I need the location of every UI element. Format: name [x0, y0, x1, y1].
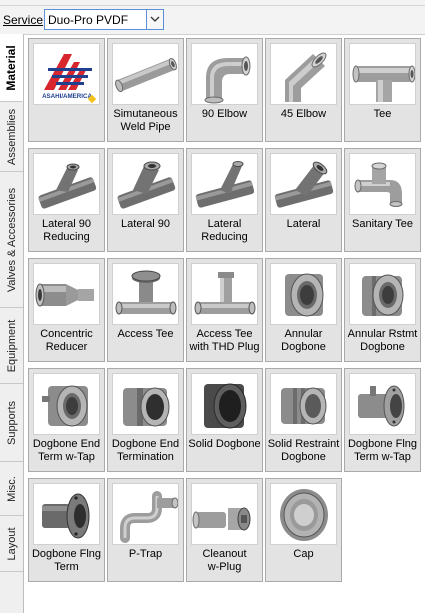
item-label: Dogbone Flng Term [31, 548, 102, 573]
item-simultaneous-weld-pipe[interactable]: Simutaneous Weld Pipe [107, 38, 184, 142]
item-label: Concentric Reducer [40, 328, 93, 353]
lateral-icon [270, 153, 337, 215]
logo-text: ASAHI/AMERICA [42, 93, 92, 100]
chevron-down-icon[interactable] [146, 10, 163, 29]
item-solid-restraint-dogbone[interactable]: Solid Restraint Dogbone [265, 368, 342, 472]
item-label: Lateral 90 Reducing [42, 218, 91, 243]
service-dropdown[interactable]: Duo-Pro PVDF [44, 9, 164, 30]
concentric-reducer-icon [33, 263, 100, 325]
p-trap-icon [112, 483, 179, 545]
item-label: Sanitary Tee [352, 218, 413, 230]
item-sanitary-tee[interactable]: Sanitary Tee [344, 148, 421, 252]
item-label: Cleanout w-Plug [202, 548, 247, 573]
item-label: Solid Dogbone [188, 438, 261, 450]
item-label: Annular Rstmt Dogbone [347, 328, 418, 353]
access-tee-icon [112, 263, 179, 325]
elbow-90-icon [191, 43, 258, 105]
tab-label: Supports [5, 400, 18, 445]
item-access-tee[interactable]: Access Tee [107, 258, 184, 362]
item-lateral-90[interactable]: Lateral 90 [107, 148, 184, 252]
sanitary-tee-icon [349, 153, 416, 215]
item-p-trap[interactable]: P-Trap [107, 478, 184, 582]
item-annular-dogbone[interactable]: Annular Dogbone [265, 258, 342, 362]
item-label: Lateral Reducing [201, 218, 248, 243]
item-label: Dogbone End Termination [111, 438, 180, 463]
tab-label: Equipment [5, 319, 18, 372]
tab-layout[interactable]: Layout [0, 516, 23, 572]
asahi-america-logo: ASAHI/AMERICA [33, 43, 100, 105]
tab-material[interactable]: Material [0, 34, 23, 102]
item-45-elbow[interactable]: 45 Elbow [265, 38, 342, 142]
tab-label: Assemblies [5, 108, 18, 165]
tab-label: Valves & Accessories [5, 187, 18, 292]
toolbar-divider [0, 5, 425, 6]
item-label: P-Trap [128, 548, 163, 560]
lateral-90-reducing-icon [33, 153, 100, 215]
item-cap[interactable]: Cap [265, 478, 342, 582]
solid-restraint-dogbone-icon [270, 373, 337, 435]
item-90-elbow[interactable]: 90 Elbow [186, 38, 263, 142]
item-dogbone-end-term-tap[interactable]: Dogbone End Term w-Tap [28, 368, 105, 472]
tab-supports[interactable]: Supports [0, 384, 23, 462]
tab-assemblies[interactable]: Assemblies [0, 102, 23, 172]
tab-equipment[interactable]: Equipment [0, 308, 23, 384]
annular-dogbone-icon [270, 263, 337, 325]
item-dogbone-flange-term[interactable]: Dogbone Flng Term [28, 478, 105, 582]
dogbone-flange-term-icon [33, 483, 100, 545]
item-label: 45 Elbow [280, 108, 327, 120]
dogbone-end-termination-icon [112, 373, 179, 435]
item-lateral-90-reducing[interactable]: Lateral 90 Reducing [28, 148, 105, 252]
item-label: Dogbone End Term w-Tap [32, 438, 101, 463]
tab-label: Misc. [5, 475, 18, 502]
item-lateral-reducing[interactable]: Lateral Reducing [186, 148, 263, 252]
access-tee-thd-plug-icon [191, 263, 258, 325]
dogbone-flange-term-tap-icon [349, 373, 416, 435]
item-label: 90 Elbow [201, 108, 248, 120]
tab-valves-accessories[interactable]: Valves & Accessories [0, 172, 23, 308]
item-dogbone-end-termination[interactable]: Dogbone End Termination [107, 368, 184, 472]
annular-restraint-dogbone-icon [349, 263, 416, 325]
item-label: Tee [373, 108, 392, 120]
item-label: Cap [293, 548, 314, 560]
item-cleanout-plug[interactable]: Cleanout w-Plug [186, 478, 263, 582]
item-label: Solid Restraint Dogbone [267, 438, 340, 463]
item-label: Lateral 90 [121, 218, 170, 230]
cap-icon [270, 483, 337, 545]
item-lateral[interactable]: Lateral [265, 148, 342, 252]
category-tabs: Material Assemblies Valves & Accessories… [0, 34, 24, 613]
service-toolbar: Service Duo-Pro PVDF [0, 0, 425, 35]
cleanout-plug-icon [191, 483, 258, 545]
item-concentric-reducer[interactable]: Concentric Reducer [28, 258, 105, 362]
item-label: Simutaneous Weld Pipe [113, 108, 178, 133]
service-dropdown-value: Duo-Pro PVDF [48, 13, 129, 27]
tee-icon [349, 43, 416, 105]
tab-misc[interactable]: Misc. [0, 462, 23, 516]
item-label: Dogbone Flng Term w-Tap [347, 438, 418, 463]
item-label: Annular Dogbone [281, 328, 326, 353]
elbow-45-icon [270, 43, 337, 105]
item-label: Access Tee [117, 328, 174, 340]
item-annular-restraint-dogbone[interactable]: Annular Rstmt Dogbone [344, 258, 421, 362]
pipe-icon [112, 43, 179, 105]
item-tee[interactable]: Tee [344, 38, 421, 142]
solid-dogbone-icon [191, 373, 258, 435]
service-label[interactable]: Service [3, 13, 43, 27]
item-access-tee-thd-plug[interactable]: Access Tee with THD Plug [186, 258, 263, 362]
item-dogbone-flange-term-tap[interactable]: Dogbone Flng Term w-Tap [344, 368, 421, 472]
lateral-reducing-icon [191, 153, 258, 215]
dogbone-end-term-tap-icon [33, 373, 100, 435]
item-label [30, 108, 103, 140]
lateral-90-icon [112, 153, 179, 215]
tab-label: Material [4, 44, 18, 91]
item-label: Access Tee with THD Plug [189, 328, 260, 353]
item-solid-dogbone[interactable]: Solid Dogbone [186, 368, 263, 472]
item-asahi-logo[interactable]: ASAHI/AMERICA [28, 38, 105, 142]
item-label: Lateral [286, 218, 321, 230]
tab-label: Layout [5, 526, 18, 561]
